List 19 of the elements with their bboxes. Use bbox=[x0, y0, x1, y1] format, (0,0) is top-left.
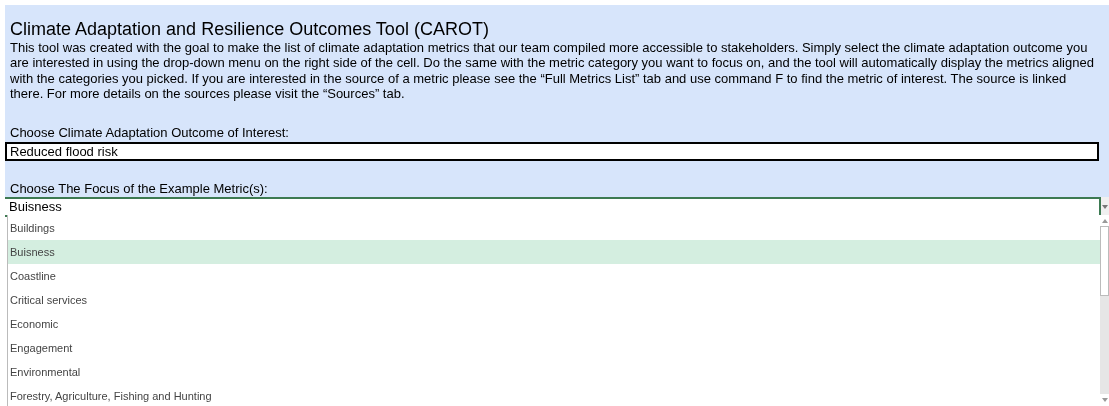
dropdown-option[interactable]: Coastline bbox=[8, 264, 1100, 288]
dropdown-option[interactable]: Engagement bbox=[8, 336, 1100, 360]
dropdown-option[interactable]: Forestry, Agriculture, Fishing and Hunting bbox=[8, 384, 1100, 406]
field-label: Choose The Focus of the Example Metric(s): bbox=[9, 181, 269, 197]
caret-down-icon bbox=[1102, 205, 1108, 210]
outcome-field[interactable]: Reduced flood risk bbox=[5, 142, 1099, 162]
dropdown-option[interactable]: Critical services bbox=[8, 288, 1100, 312]
dropdown-option[interactable]: Buildings bbox=[8, 216, 1100, 240]
focus-field[interactable]: Buisness bbox=[5, 197, 1101, 218]
dropdown-option[interactable]: Environmental bbox=[8, 360, 1100, 384]
description-paragraph: This tool was created with the goal to make the list of climate adaptation metrics that our team compiled more accessible to stakeholders. Simply select the climate adaptation outcome you are interested in using the drop-down menu on the right side of the cell. Do the same with the metric category you want to focus on, and the tool will automatically display the metrics aligned with the categories you picked. If you are interested in the source of a metric please see the “Full Metrics List” tab and use command F to find the metric of interest. The source is linked there. For more details on the sources please visit the “Sources” tab. bbox=[9, 40, 1095, 102]
scrollbar[interactable] bbox=[1100, 215, 1109, 406]
scrollbar-thumb[interactable] bbox=[1100, 226, 1109, 296]
tool-title: Climate Adaptation and Resilience Outcomes Tool (CAROT) bbox=[9, 18, 490, 40]
dropdown-arrow-button[interactable] bbox=[1101, 197, 1109, 218]
field-label: Choose Climate Adaptation Outcome of Interest: bbox=[9, 125, 290, 141]
dropdown-option[interactable]: Buisness bbox=[8, 240, 1100, 264]
dropdown-option[interactable]: Economic bbox=[8, 312, 1100, 336]
scroll-down-icon[interactable] bbox=[1101, 398, 1108, 402]
